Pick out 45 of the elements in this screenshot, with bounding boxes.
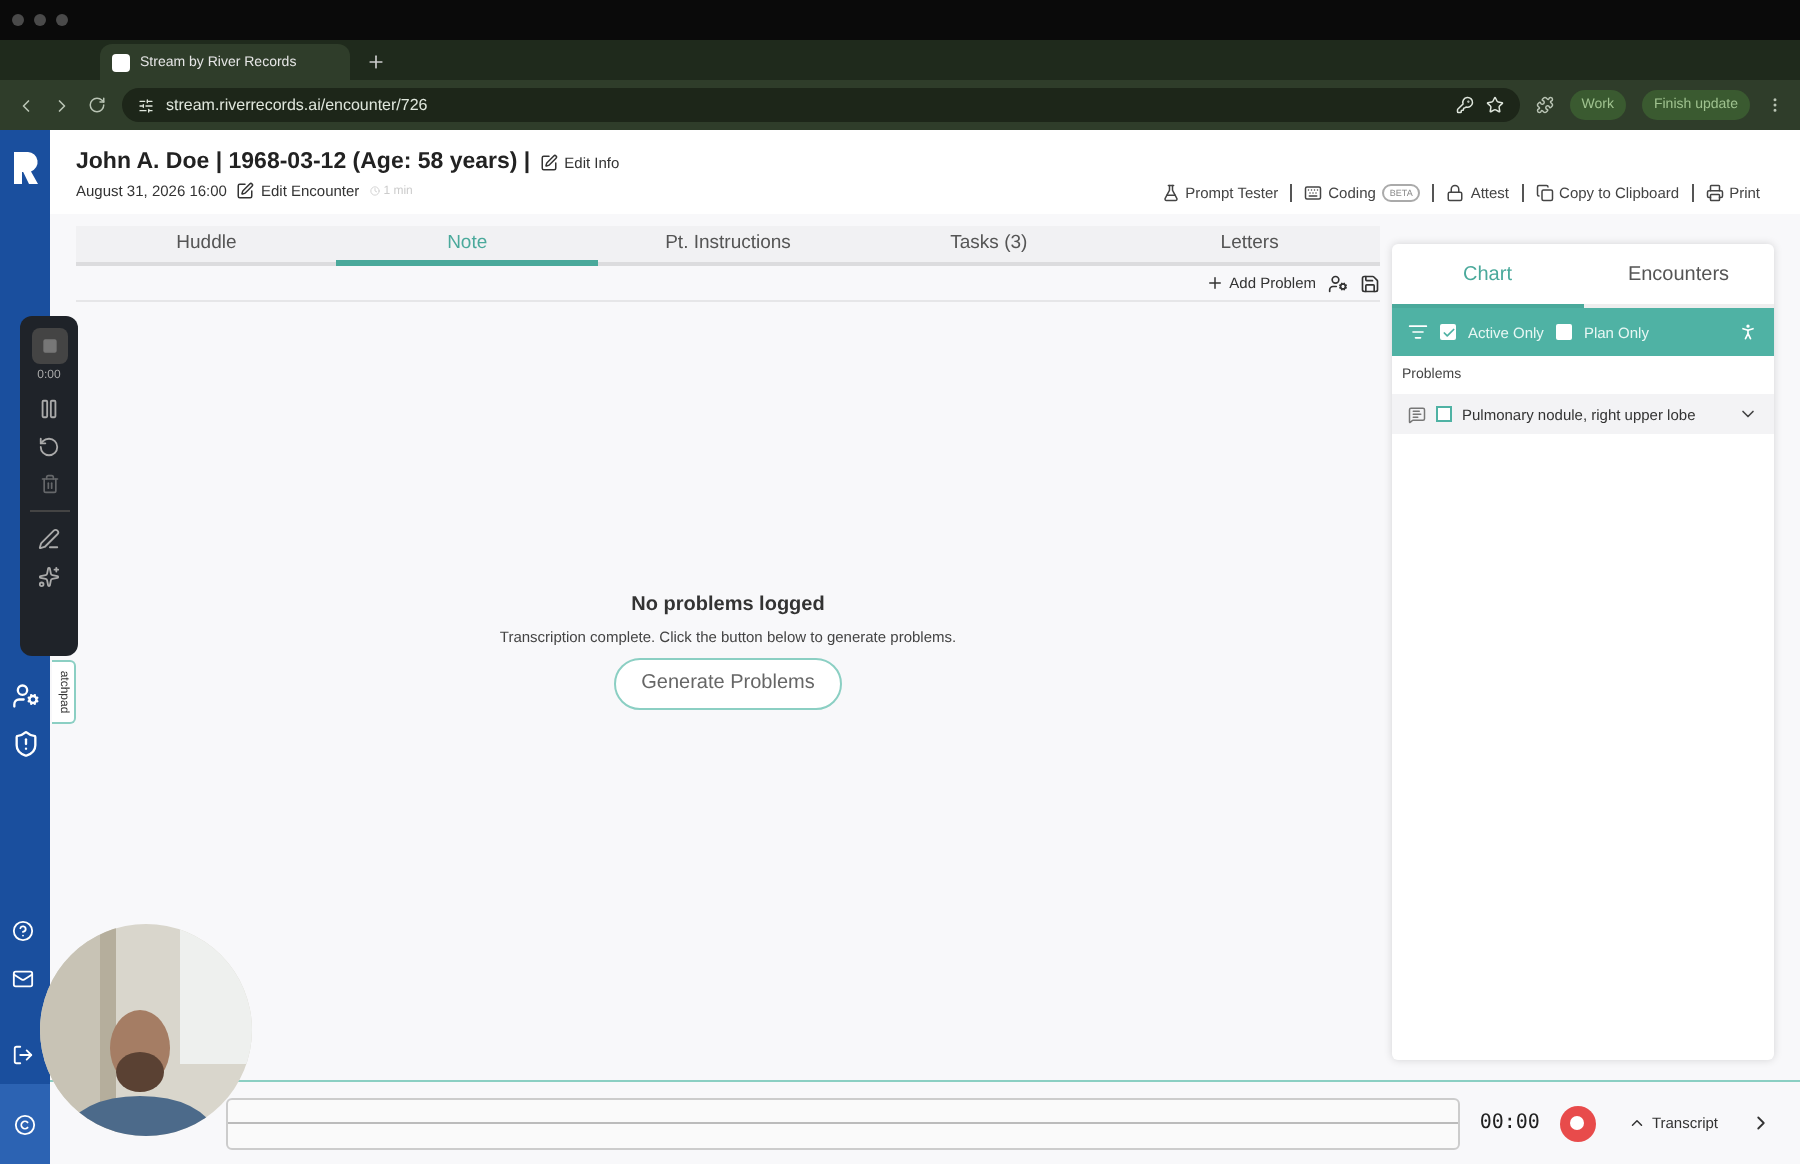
shield-alert-icon[interactable] bbox=[11, 730, 39, 758]
new-tab-icon[interactable] bbox=[366, 52, 386, 72]
stop-button[interactable] bbox=[31, 328, 67, 364]
pause-icon[interactable] bbox=[38, 398, 60, 420]
keyboard-icon bbox=[1304, 183, 1323, 201]
save-icon[interactable] bbox=[1360, 273, 1380, 293]
puzzle-icon[interactable] bbox=[1535, 96, 1554, 114]
tab[interactable]: Pt. Instructions bbox=[597, 226, 859, 266]
timer: 00:00 bbox=[1479, 1112, 1540, 1134]
user-settings-icon[interactable] bbox=[11, 682, 39, 710]
reload-icon[interactable] bbox=[88, 96, 106, 114]
site-settings-icon[interactable] bbox=[138, 97, 154, 113]
printer-icon bbox=[1705, 183, 1724, 201]
trash-icon[interactable] bbox=[39, 474, 59, 494]
checkbox[interactable] bbox=[1436, 406, 1452, 422]
address-field[interactable]: stream.riverrecords.ai/encounter/726 bbox=[122, 88, 1520, 122]
chevron-up-icon bbox=[1627, 1114, 1646, 1132]
clock-icon bbox=[369, 186, 380, 196]
note-icon[interactable] bbox=[1408, 405, 1426, 423]
generate-problems-button[interactable]: Generate Problems bbox=[613, 657, 843, 709]
tab[interactable]: Huddle bbox=[76, 226, 337, 266]
edit-icon bbox=[540, 153, 559, 171]
restart-icon[interactable] bbox=[38, 436, 60, 458]
empty-title: No problems logged bbox=[631, 593, 825, 615]
stop-icon bbox=[41, 338, 57, 354]
lock-icon bbox=[1446, 183, 1465, 201]
record-button[interactable] bbox=[1559, 1105, 1596, 1141]
checkbox[interactable] bbox=[1440, 324, 1456, 340]
key-icon[interactable] bbox=[1455, 96, 1474, 114]
pen-icon[interactable] bbox=[38, 528, 60, 550]
copy-icon bbox=[1535, 183, 1554, 201]
patient-info: John A. Doe | 1968-03-12 (Age: 58 years) | bbox=[76, 150, 531, 174]
user-settings-icon[interactable] bbox=[1328, 273, 1348, 293]
tab[interactable]: Tasks (3) bbox=[858, 226, 1120, 266]
plus-icon bbox=[1205, 274, 1224, 292]
tab[interactable]: Letters bbox=[1119, 226, 1381, 266]
edit-icon bbox=[236, 182, 255, 200]
star-icon[interactable] bbox=[1485, 96, 1504, 114]
flask-icon bbox=[1161, 183, 1180, 201]
person-icon[interactable] bbox=[1738, 322, 1758, 342]
checkbox[interactable] bbox=[1555, 324, 1572, 340]
filter-icon[interactable] bbox=[1408, 322, 1428, 342]
sparkles-icon[interactable] bbox=[38, 566, 60, 588]
copyright-icon[interactable] bbox=[14, 1113, 36, 1135]
checkmark-icon bbox=[1441, 325, 1455, 339]
